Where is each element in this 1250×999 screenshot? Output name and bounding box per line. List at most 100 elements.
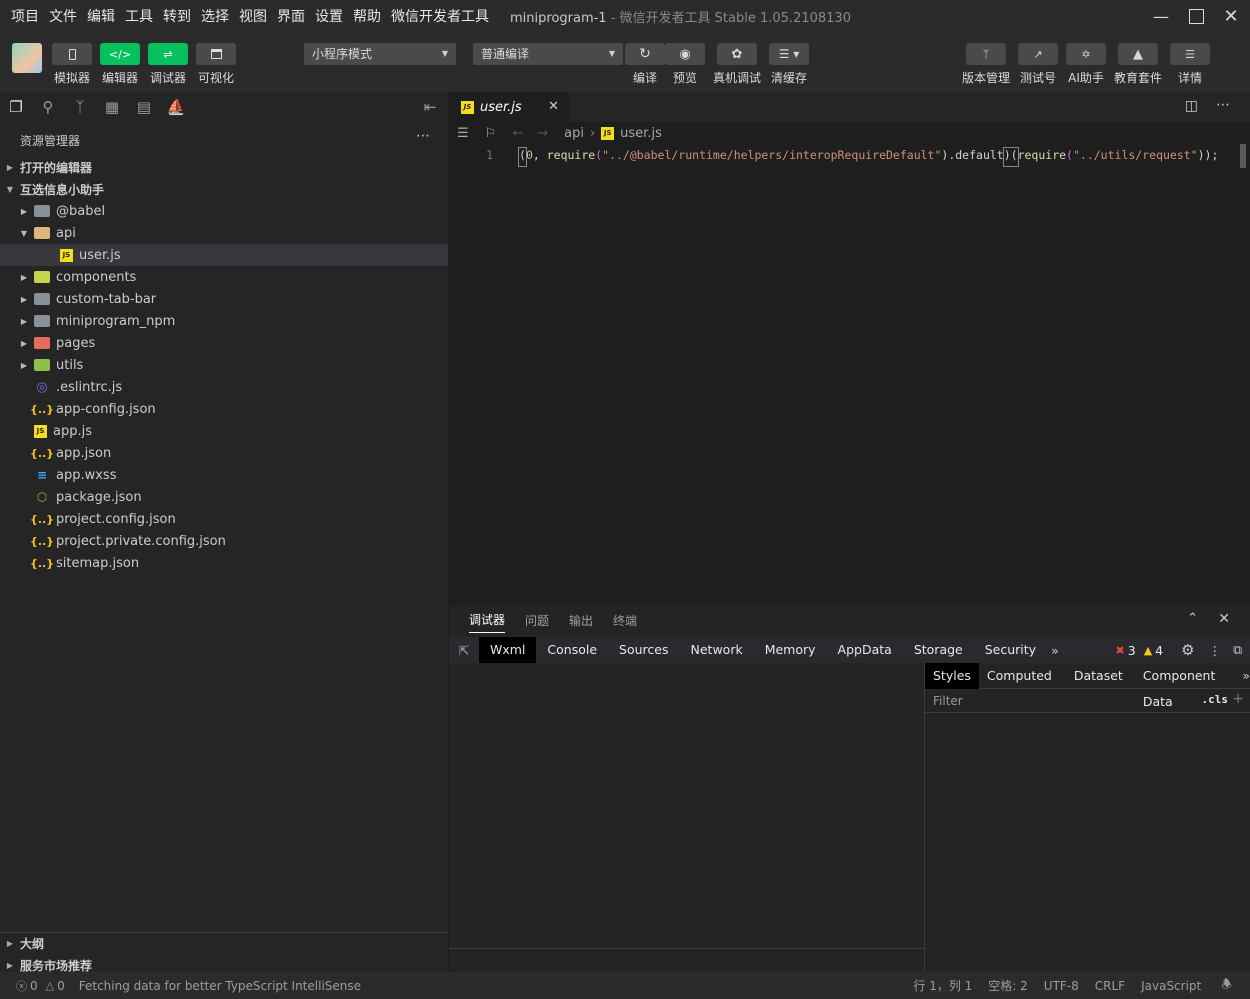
more-icon[interactable]: ⋯ xyxy=(416,128,430,144)
simulator-button[interactable] xyxy=(52,43,92,65)
tab-security[interactable]: Security xyxy=(974,637,1047,663)
menu-settings[interactable]: 设置 xyxy=(310,6,348,26)
line-ending[interactable]: CRLF xyxy=(1095,979,1125,993)
tab-sources[interactable]: Sources xyxy=(608,637,679,663)
forward-icon[interactable]: → xyxy=(537,126,548,141)
encoding[interactable]: UTF-8 xyxy=(1044,979,1079,993)
editor-scrollbar[interactable] xyxy=(1240,144,1246,168)
list-icon[interactable]: ☰ xyxy=(457,126,469,141)
tab-console[interactable]: Console xyxy=(536,637,608,663)
tree-item[interactable]: {..} app.json xyxy=(0,442,448,464)
compile-select[interactable]: 普通编译 ▼ xyxy=(473,43,623,65)
tab-storage[interactable]: Storage xyxy=(903,637,974,663)
menu-help[interactable]: 帮助 xyxy=(348,6,386,26)
tree-item[interactable]: ▶ @babel xyxy=(0,200,448,222)
visualize-button[interactable] xyxy=(196,43,236,65)
menu-project[interactable]: 项目 xyxy=(0,6,44,26)
search-icon[interactable]: ⚲ xyxy=(32,92,64,122)
tree-item[interactable]: ▶ pages xyxy=(0,332,448,354)
maximize-icon[interactable] xyxy=(1179,0,1213,32)
details-button[interactable]: ☰ xyxy=(1170,43,1210,65)
project-section[interactable]: ▼ 互选信息小助手 xyxy=(0,178,448,200)
more-tabs-icon[interactable]: » xyxy=(1051,643,1059,658)
storage-icon[interactable]: ▤ xyxy=(128,92,160,122)
test-account-button[interactable]: ↗ xyxy=(1018,43,1058,65)
avatar[interactable] xyxy=(12,43,42,73)
menu-tools[interactable]: 工具 xyxy=(120,6,158,26)
tree-item[interactable]: ▶ utils xyxy=(0,354,448,376)
indentation[interactable]: 空格: 2 xyxy=(988,977,1028,994)
tree-item[interactable]: JS app.js xyxy=(0,420,448,442)
files-icon[interactable]: ❐ xyxy=(0,92,32,122)
close-panel-icon[interactable]: ✕ xyxy=(1218,611,1230,627)
preview-button[interactable]: ◉ xyxy=(665,43,705,65)
breadcrumb-file[interactable]: user.js xyxy=(620,126,662,141)
tab-wxml[interactable]: Wxml xyxy=(479,637,537,663)
clear-cache-button[interactable]: ☰ ▾ xyxy=(769,43,809,65)
docker-icon[interactable]: ⛵ xyxy=(160,92,192,122)
menu-file[interactable]: 文件 xyxy=(44,6,82,26)
debugger-button[interactable]: ⇌ xyxy=(148,43,188,65)
gear-icon[interactable]: ⚙ xyxy=(1181,641,1194,659)
tree-item[interactable]: {..} app-config.json xyxy=(0,398,448,420)
tab-styles[interactable]: Styles xyxy=(925,662,979,689)
tree-item[interactable]: ⬡ package.json xyxy=(0,486,448,508)
outline-section[interactable]: ▶ 大纲 xyxy=(0,932,448,954)
version-button[interactable]: ᛉ xyxy=(966,43,1006,65)
code-line[interactable]: 1 ( 0 , require ( "../@babel/runtime/hel… xyxy=(449,147,1250,167)
error-count[interactable]: 3 xyxy=(1128,643,1136,658)
tree-item[interactable]: ▶ custom-tab-bar xyxy=(0,288,448,310)
tree-item[interactable]: ▶ components xyxy=(0,266,448,288)
kebab-menu-icon[interactable]: ⋮ xyxy=(1209,643,1222,658)
language-mode[interactable]: JavaScript xyxy=(1141,979,1201,993)
tree-item[interactable]: ▶ miniprogram_npm xyxy=(0,310,448,332)
filter-input[interactable]: Filter xyxy=(933,694,963,708)
status-errors[interactable]: 0 xyxy=(30,979,38,993)
mode-select[interactable]: 小程序模式 ▼ xyxy=(304,43,456,65)
tree-item[interactable]: {..} project.private.config.json xyxy=(0,530,448,552)
collapse-panel-icon[interactable]: ⇤ xyxy=(414,92,446,122)
tab-terminal[interactable]: 终端 xyxy=(613,612,637,629)
bookmark-icon[interactable]: ⚐ xyxy=(485,126,497,141)
tab-memory[interactable]: Memory xyxy=(754,637,827,663)
tab-debugger[interactable]: 调试器 xyxy=(469,611,506,633)
split-editor-icon[interactable]: ◫ xyxy=(1185,98,1198,114)
menu-edit[interactable]: 编辑 xyxy=(82,6,120,26)
open-editors-section[interactable]: ▶ 打开的编辑器 xyxy=(0,156,448,178)
cls-button[interactable]: .cls xyxy=(1202,693,1229,706)
editor-button[interactable]: </> xyxy=(100,43,140,65)
undock-icon[interactable]: ⧉ xyxy=(1233,642,1242,658)
tab-dataset[interactable]: Dataset xyxy=(1066,663,1131,689)
tab-network[interactable]: Network xyxy=(680,637,754,663)
tree-item[interactable]: ≡ app.wxss xyxy=(0,464,448,486)
status-warnings[interactable]: 0 xyxy=(57,979,65,993)
tab-component-data[interactable]: Component Data xyxy=(1135,663,1239,709)
source-control-icon[interactable]: ᛉ xyxy=(64,92,96,122)
bell-icon[interactable]: 🕭 xyxy=(1221,975,1232,996)
tab-problems[interactable]: 问题 xyxy=(525,612,549,629)
more-tabs-icon[interactable]: » xyxy=(1242,668,1250,683)
tree-item[interactable]: ◎ .eslintrc.js xyxy=(0,376,448,398)
back-icon[interactable]: ← xyxy=(512,126,523,141)
chevron-up-icon[interactable]: ⌃ xyxy=(1187,611,1198,626)
ai-helper-button[interactable]: ✡ xyxy=(1066,43,1106,65)
tree-item[interactable]: {..} project.config.json xyxy=(0,508,448,530)
tab-appdata[interactable]: AppData xyxy=(827,637,903,663)
menu-view[interactable]: 视图 xyxy=(234,6,272,26)
tree-item[interactable]: ▼ api xyxy=(0,222,448,244)
tree-item[interactable]: JS user.js xyxy=(0,244,448,266)
edu-kit-button[interactable]: ▲ xyxy=(1118,43,1158,65)
plus-icon[interactable]: + xyxy=(1232,691,1244,707)
inspect-icon[interactable]: ⇱ xyxy=(449,643,479,658)
cursor-position[interactable]: 行 1，列 1 xyxy=(913,977,972,994)
more-actions-icon[interactable]: ⋯ xyxy=(1216,97,1230,113)
extensions-icon[interactable]: ▦ xyxy=(96,92,128,122)
close-icon[interactable]: ✕ xyxy=(1214,0,1248,32)
menu-select[interactable]: 选择 xyxy=(196,6,234,26)
remote-debug-button[interactable]: ✿ xyxy=(717,43,757,65)
minimize-icon[interactable]: — xyxy=(1144,0,1178,32)
menu-goto[interactable]: 转到 xyxy=(158,6,196,26)
breadcrumb-folder[interactable]: api xyxy=(564,126,584,141)
warning-count[interactable]: 4 xyxy=(1155,643,1163,658)
menu-interface[interactable]: 界面 xyxy=(272,6,310,26)
